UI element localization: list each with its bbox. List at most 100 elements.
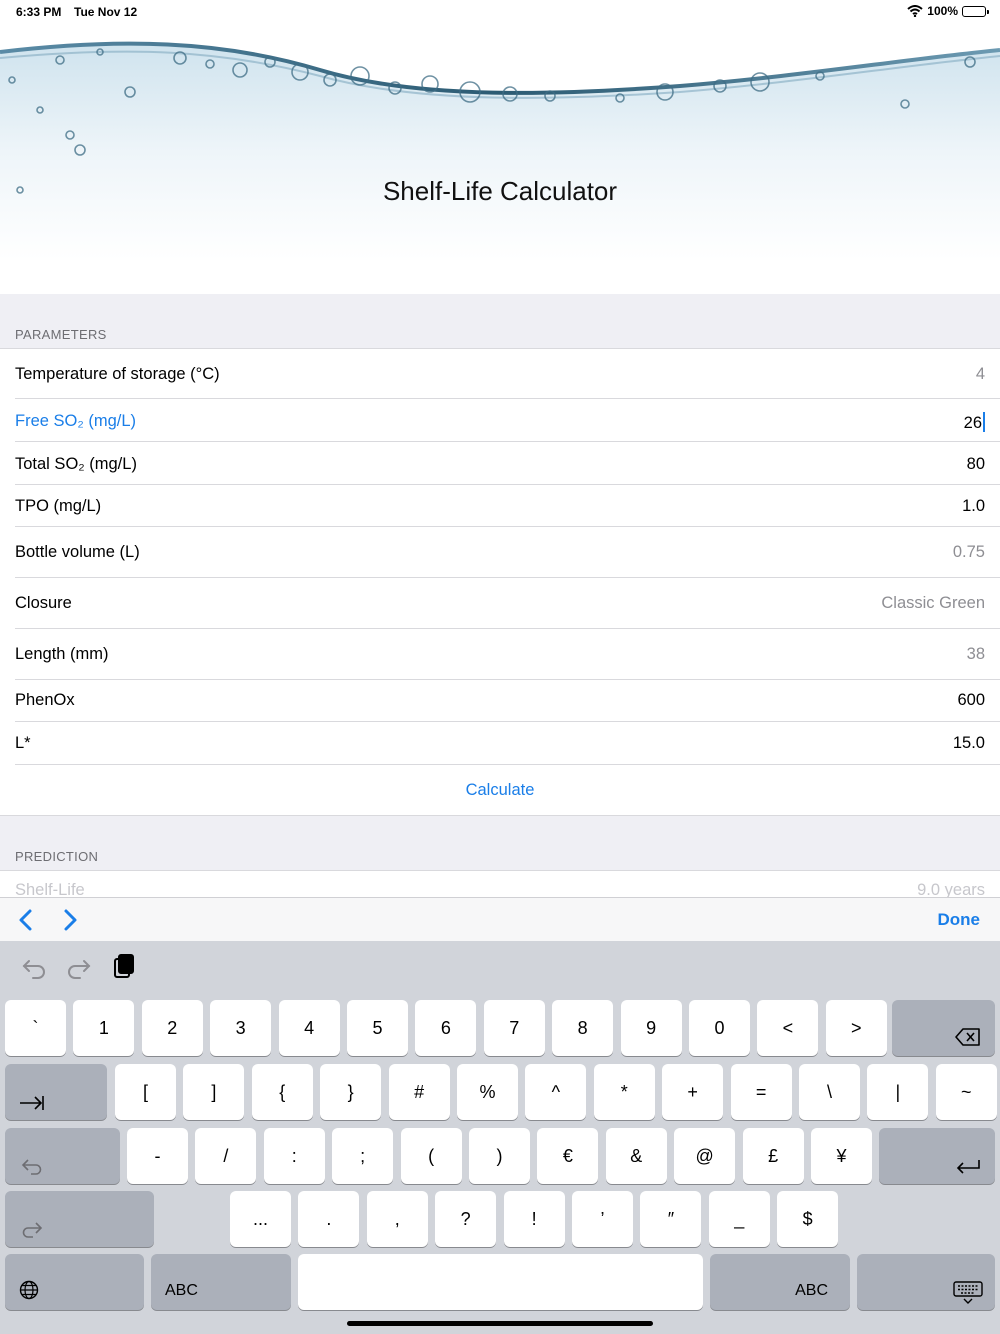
globe-icon	[19, 1280, 39, 1300]
param-row-length[interactable]: Length (mm) 38	[0, 629, 1000, 680]
abc-key-left[interactable]: ABC	[151, 1254, 291, 1310]
key-row3-7[interactable]: &	[605, 1128, 667, 1184]
key-row1-7[interactable]: 7	[483, 1000, 545, 1056]
param-label: Bottle volume (L)	[15, 543, 140, 561]
key-row2-12[interactable]: ~	[935, 1064, 997, 1120]
key-row3-9[interactable]: £	[742, 1128, 804, 1184]
key-row3-1[interactable]: /	[195, 1128, 257, 1184]
key-row1-10[interactable]: 0	[689, 1000, 750, 1056]
chevron-left-icon[interactable]	[12, 906, 40, 934]
key-row2-8[interactable]: +	[662, 1064, 724, 1120]
key-row2-4[interactable]: #	[388, 1064, 450, 1120]
key-row4-5[interactable]: ’	[572, 1191, 633, 1247]
key-row4-6[interactable]: ″	[640, 1191, 702, 1247]
key-row1-2[interactable]: 2	[141, 1000, 203, 1056]
dismiss-keyboard-key[interactable]	[857, 1254, 995, 1310]
param-value-input[interactable]: 26	[964, 412, 985, 433]
key-row2-11[interactable]: |	[867, 1064, 929, 1120]
param-row-total-so2[interactable]: Total SO₂ (mg/L) 80	[0, 442, 1000, 485]
key-row2-1[interactable]: ]	[183, 1064, 245, 1120]
tab-icon	[20, 1096, 44, 1110]
key-row4-8[interactable]: $	[777, 1191, 839, 1247]
key-row1-3[interactable]: 3	[210, 1000, 272, 1056]
key-row2-5[interactable]: %	[457, 1064, 518, 1120]
key-row3-3[interactable]: ;	[332, 1128, 394, 1184]
key-row2-2[interactable]: {	[251, 1064, 313, 1120]
redo-key[interactable]	[5, 1191, 154, 1247]
tab-key[interactable]	[5, 1064, 107, 1120]
key-row1-11[interactable]: <	[757, 1000, 819, 1056]
key-row3-6[interactable]: €	[537, 1128, 599, 1184]
param-row-bottle-volume[interactable]: Bottle volume (L) 0.75	[0, 527, 1000, 578]
undo-icon[interactable]	[20, 953, 50, 981]
key-row2-7[interactable]: *	[593, 1064, 655, 1120]
chevron-right-icon[interactable]	[56, 906, 84, 934]
key-row1-9[interactable]: 9	[620, 1000, 682, 1056]
param-row-free-so2[interactable]: Free SO₂ (mg/L) 26	[0, 399, 1000, 442]
done-button[interactable]: Done	[938, 910, 981, 930]
key-row3-2[interactable]: :	[263, 1128, 325, 1184]
param-value[interactable]: 0.75	[953, 543, 985, 562]
paste-icon[interactable]	[108, 953, 138, 981]
undo-key[interactable]	[5, 1128, 120, 1184]
prediction-section-label: PREDICTION	[15, 849, 99, 864]
key-row4-4[interactable]: !	[503, 1191, 565, 1247]
abc-right-label: ABC	[795, 1282, 828, 1299]
param-value[interactable]: 15.0	[953, 734, 985, 753]
delete-key[interactable]	[892, 1000, 995, 1056]
key-row3-10[interactable]: ¥	[811, 1128, 872, 1184]
key-row4-1[interactable]: .	[298, 1191, 360, 1247]
param-row-closure[interactable]: Closure Classic Green	[0, 578, 1000, 629]
param-value[interactable]: 4	[976, 365, 985, 384]
undo-arrow-icon	[21, 1159, 42, 1175]
param-value[interactable]: 1.0	[962, 497, 985, 516]
param-value[interactable]: Classic Green	[881, 594, 985, 613]
redo-arrow-icon	[22, 1222, 43, 1238]
key-row4-2[interactable]: ,	[366, 1191, 428, 1247]
status-time: 6:33 PM	[16, 5, 62, 19]
key-row2-10[interactable]: \	[799, 1064, 860, 1120]
param-row-tpo[interactable]: TPO (mg/L) 1.0	[0, 485, 1000, 527]
param-row-temperature[interactable]: Temperature of storage (°C) 4	[0, 349, 1000, 399]
key-row2-6[interactable]: ^	[525, 1064, 587, 1120]
key-row4-0[interactable]: ...	[230, 1191, 291, 1247]
key-row1-4[interactable]: 4	[278, 1000, 340, 1056]
backspace-icon	[955, 1028, 980, 1046]
param-row-lstar[interactable]: L* 15.0	[0, 722, 1000, 765]
param-value[interactable]: 600	[957, 691, 985, 710]
redo-icon[interactable]	[63, 953, 93, 981]
key-row3-4[interactable]: (	[400, 1128, 462, 1184]
key-row2-0[interactable]: [	[115, 1064, 176, 1120]
key-row2-9[interactable]: =	[730, 1064, 792, 1120]
param-value[interactable]: 80	[967, 455, 985, 474]
key-row1-0[interactable]: `	[5, 1000, 66, 1056]
prediction-value: 9.0 years	[917, 881, 985, 897]
abc-key-right[interactable]: ABC	[710, 1254, 850, 1310]
header-banner: Shelf-Life Calculator	[0, 0, 1000, 294]
param-label: Free SO₂ (mg/L)	[15, 412, 137, 430]
page-title: Shelf-Life Calculator	[382, 176, 618, 206]
param-label: L*	[15, 734, 31, 752]
param-value[interactable]: 38	[967, 645, 985, 664]
key-row1-12[interactable]: >	[825, 1000, 887, 1056]
globe-key[interactable]	[5, 1254, 144, 1310]
parameters-table: Temperature of storage (°C) 4 Free SO₂ (…	[0, 348, 1000, 815]
key-row3-0[interactable]: -	[127, 1128, 188, 1184]
calculate-button[interactable]: Calculate	[0, 781, 1000, 800]
key-row1-1[interactable]: 1	[73, 1000, 135, 1056]
key-row4-3[interactable]: ?	[435, 1191, 497, 1247]
key-row1-8[interactable]: 8	[552, 1000, 614, 1056]
return-key[interactable]	[879, 1128, 995, 1184]
key-row1-5[interactable]: 5	[347, 1000, 408, 1056]
key-row3-5[interactable]: )	[469, 1128, 530, 1184]
space-key[interactable]	[298, 1254, 703, 1310]
param-row-phenox[interactable]: PhenOx 600	[0, 680, 1000, 722]
key-row2-3[interactable]: }	[320, 1064, 382, 1120]
key-row3-8[interactable]: @	[674, 1128, 736, 1184]
param-label: Closure	[15, 594, 72, 612]
key-row1-6[interactable]: 6	[415, 1000, 477, 1056]
parameters-header: PARAMETERS	[0, 294, 1000, 348]
key-row4-7[interactable]: _	[708, 1191, 770, 1247]
status-bar: 6:33 PM Tue Nov 12 100%	[0, 0, 1000, 24]
prediction-header: PREDICTION	[0, 815, 1000, 870]
